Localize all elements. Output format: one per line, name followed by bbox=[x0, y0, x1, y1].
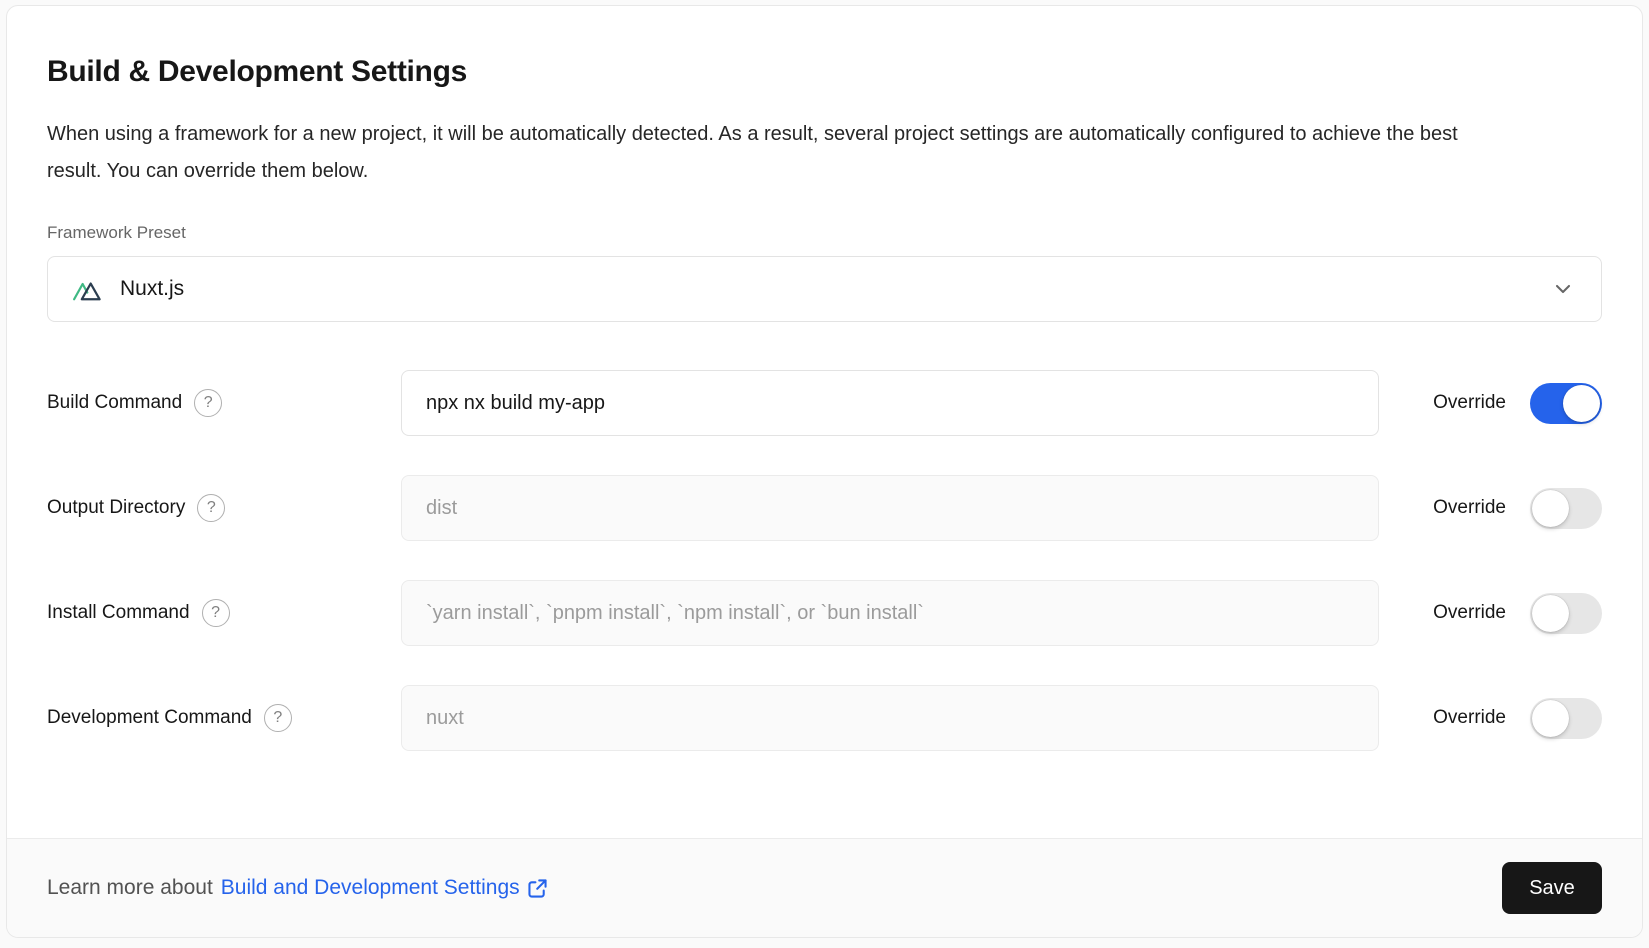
install-command-override-toggle[interactable] bbox=[1530, 593, 1602, 634]
toggle-knob bbox=[1532, 490, 1569, 527]
settings-rows: Build Command ? Override Output Director… bbox=[47, 370, 1602, 751]
question-circle-icon[interactable]: ? bbox=[202, 599, 230, 627]
toggle-knob bbox=[1563, 385, 1600, 422]
framework-preset-label: Framework Preset bbox=[47, 222, 1602, 244]
development-command-row: Development Command ? Override bbox=[47, 685, 1602, 751]
output-directory-override: Override bbox=[1379, 488, 1602, 529]
toggle-knob bbox=[1532, 700, 1569, 737]
build-command-label-group: Build Command ? bbox=[47, 389, 401, 417]
build-dev-settings-card: Build & Development Settings When using … bbox=[6, 5, 1643, 938]
build-command-input[interactable] bbox=[401, 370, 1379, 436]
output-directory-row: Output Directory ? Override bbox=[47, 475, 1602, 541]
install-command-input[interactable] bbox=[401, 580, 1379, 646]
framework-preset-value: Nuxt.js bbox=[120, 277, 184, 301]
learn-more-text: Learn more about Build and Development S… bbox=[47, 876, 549, 900]
learn-more-prefix: Learn more about bbox=[47, 876, 213, 900]
question-circle-icon[interactable]: ? bbox=[194, 389, 222, 417]
build-dev-settings-link[interactable]: Build and Development Settings bbox=[221, 876, 549, 900]
development-command-label-group: Development Command ? bbox=[47, 704, 401, 732]
output-directory-label-group: Output Directory ? bbox=[47, 494, 401, 522]
output-directory-label: Output Directory bbox=[47, 497, 185, 519]
page-title: Build & Development Settings bbox=[47, 52, 1602, 92]
override-label: Override bbox=[1433, 602, 1506, 624]
build-command-row: Build Command ? Override bbox=[47, 370, 1602, 436]
override-label: Override bbox=[1433, 707, 1506, 729]
card-content: Build & Development Settings When using … bbox=[7, 6, 1642, 838]
development-command-override: Override bbox=[1379, 698, 1602, 739]
build-command-label: Build Command bbox=[47, 392, 182, 414]
build-command-override-toggle[interactable] bbox=[1530, 383, 1602, 424]
install-command-row: Install Command ? Override bbox=[47, 580, 1602, 646]
override-label: Override bbox=[1433, 497, 1506, 519]
development-command-input[interactable] bbox=[401, 685, 1379, 751]
install-command-label-group: Install Command ? bbox=[47, 599, 401, 627]
link-text: Build and Development Settings bbox=[221, 876, 520, 900]
external-link-icon bbox=[526, 877, 549, 900]
chevron-down-icon bbox=[1551, 277, 1575, 301]
install-command-override: Override bbox=[1379, 593, 1602, 634]
nuxt-logo-icon bbox=[72, 276, 106, 303]
override-label: Override bbox=[1433, 392, 1506, 414]
framework-preset-select[interactable]: Nuxt.js bbox=[47, 256, 1602, 322]
card-footer: Learn more about Build and Development S… bbox=[7, 838, 1642, 937]
output-directory-input[interactable] bbox=[401, 475, 1379, 541]
toggle-knob bbox=[1532, 595, 1569, 632]
development-command-override-toggle[interactable] bbox=[1530, 698, 1602, 739]
build-command-override: Override bbox=[1379, 383, 1602, 424]
question-circle-icon[interactable]: ? bbox=[264, 704, 292, 732]
output-directory-override-toggle[interactable] bbox=[1530, 488, 1602, 529]
development-command-label: Development Command bbox=[47, 707, 252, 729]
settings-description: When using a framework for a new project… bbox=[47, 116, 1467, 190]
save-button[interactable]: Save bbox=[1502, 862, 1602, 914]
question-circle-icon[interactable]: ? bbox=[197, 494, 225, 522]
install-command-label: Install Command bbox=[47, 602, 190, 624]
